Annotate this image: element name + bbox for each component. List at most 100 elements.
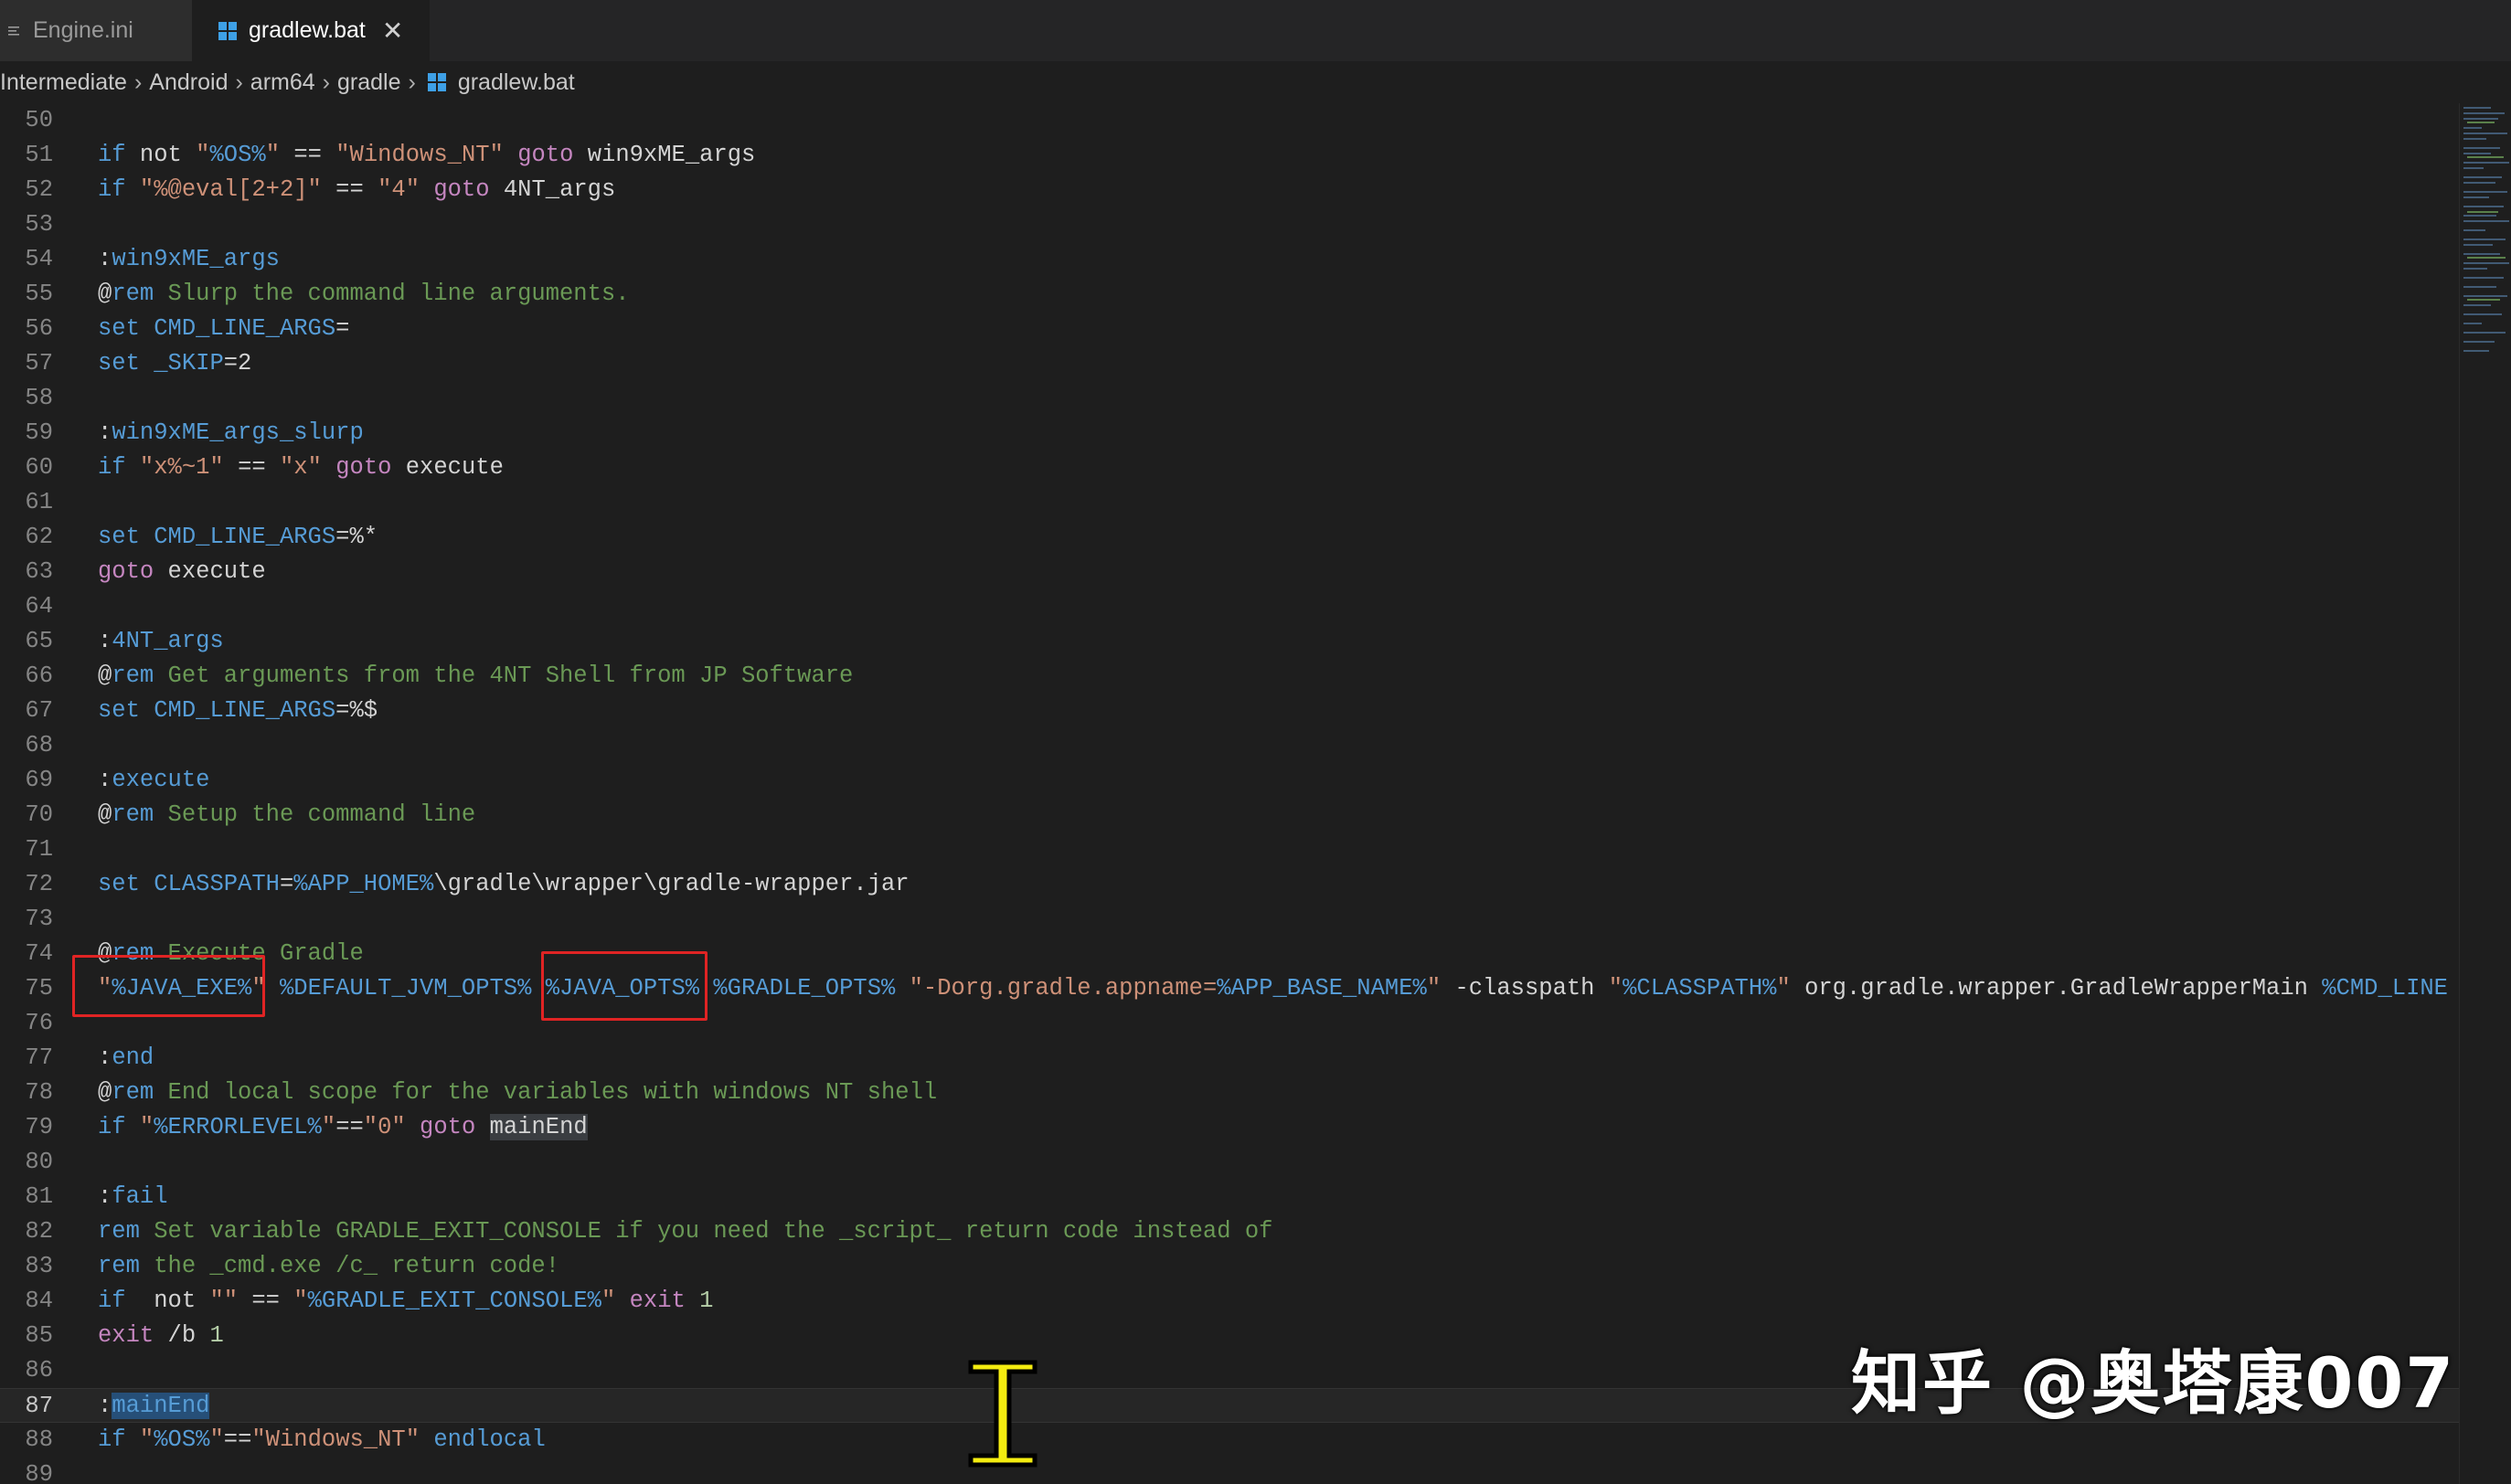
line-number: 74 — [25, 940, 53, 967]
code-line[interactable]: 55 @rem Slurp the command line arguments. — [0, 277, 2459, 312]
line-number: 80 — [25, 1149, 53, 1175]
line-number: 50 — [25, 107, 53, 133]
line-code: if "x%~1" == "x" goto execute — [98, 454, 504, 481]
code-line[interactable]: 88 if "%OS%"=="Windows_NT" endlocal — [0, 1423, 2459, 1458]
code-line[interactable]: 51 if not "%OS%" == "Windows_NT" goto win… — [0, 138, 2459, 173]
line-number: 82 — [25, 1218, 53, 1245]
code-line[interactable]: 53 — [0, 207, 2459, 242]
line-code: @rem Setup the command line — [98, 801, 476, 828]
code-line[interactable]: 75 "%JAVA_EXE%" %DEFAULT_JVM_OPTS% %JAVA_… — [0, 971, 2459, 1006]
code-line[interactable]: 62 set CMD_LINE_ARGS=%* — [0, 520, 2459, 555]
line-number: 60 — [25, 454, 53, 481]
code-line[interactable]: 76 — [0, 1006, 2459, 1041]
line-number: 77 — [25, 1044, 53, 1071]
line-number: 89 — [25, 1461, 53, 1484]
tab-label: Engine.ini — [33, 17, 133, 43]
code-line[interactable]: 59 :win9xME_args_slurp — [0, 416, 2459, 450]
line-code: set CMD_LINE_ARGS=%* — [98, 524, 378, 550]
line-number: 76 — [25, 1010, 53, 1036]
text-cursor-icon — [968, 1360, 1037, 1468]
lines-icon — [7, 24, 22, 38]
code-line[interactable]: 77 :end — [0, 1041, 2459, 1076]
line-code: rem Set variable GRADLE_EXIT_CONSOLE if … — [98, 1218, 1273, 1245]
code-line[interactable]: 84 if not "" == "%GRADLE_EXIT_CONSOLE%" e… — [0, 1284, 2459, 1319]
minimap-preview — [2463, 107, 2509, 352]
line-number: 51 — [25, 142, 53, 168]
line-code: "%JAVA_EXE%" %DEFAULT_JVM_OPTS% %JAVA_OP… — [98, 975, 2448, 1002]
highlight-java-opts — [541, 951, 708, 1021]
line-number: 69 — [25, 767, 53, 793]
code-line[interactable]: 61 — [0, 485, 2459, 520]
code-line[interactable]: 79 if "%ERRORLEVEL%"=="0" goto mainEnd — [0, 1110, 2459, 1145]
line-code: goto execute — [98, 558, 266, 585]
code-line[interactable]: 80 — [0, 1145, 2459, 1180]
line-number: 61 — [25, 489, 53, 515]
code-line[interactable]: 67 set CMD_LINE_ARGS=%$ — [0, 694, 2459, 728]
code-line[interactable]: 58 — [0, 381, 2459, 416]
line-code: :end — [98, 1044, 154, 1071]
breadcrumb-item-android[interactable]: Android — [149, 69, 228, 96]
line-number: 81 — [25, 1183, 53, 1210]
code-line[interactable]: 65 :4NT_args — [0, 624, 2459, 659]
line-code: :win9xME_args_slurp — [98, 419, 364, 446]
line-number: 83 — [25, 1253, 53, 1279]
breadcrumb-item-intermediate[interactable]: Intermediate — [0, 69, 127, 96]
line-number: 72 — [25, 871, 53, 897]
code-line[interactable]: 73 — [0, 902, 2459, 937]
line-code: set CMD_LINE_ARGS=%$ — [98, 697, 378, 724]
tab-engine-ini[interactable]: Engine.ini — [0, 0, 192, 61]
minimap[interactable] — [2459, 103, 2511, 1484]
line-code: if "%OS%"=="Windows_NT" endlocal — [98, 1426, 546, 1453]
line-number: 86 — [25, 1357, 53, 1383]
line-code: :fail — [98, 1183, 168, 1210]
line-number: 52 — [25, 176, 53, 203]
code-line[interactable]: 66 @rem Get arguments from the 4NT Shell … — [0, 659, 2459, 694]
code-line[interactable]: 50 — [0, 103, 2459, 138]
breadcrumb-item-file[interactable]: gradlew.bat — [458, 69, 575, 96]
code-line[interactable]: 70 @rem Setup the command line — [0, 798, 2459, 832]
breadcrumb-item-arm64[interactable]: arm64 — [250, 69, 315, 96]
code-line[interactable]: 89 — [0, 1458, 2459, 1484]
code-line[interactable]: 78 @rem End local scope for the variables… — [0, 1076, 2459, 1110]
line-number: 66 — [25, 662, 53, 689]
code-line[interactable]: 63 goto execute — [0, 555, 2459, 589]
line-number: 53 — [25, 211, 53, 238]
watermark: 知乎 @奥塔康007 — [1851, 1342, 2456, 1424]
code-line[interactable]: 54:win9xME_args — [0, 242, 2459, 277]
line-number: 71 — [25, 836, 53, 863]
line-number: 63 — [25, 558, 53, 585]
breadcrumb-item-gradle[interactable]: gradle — [337, 69, 401, 96]
line-number: 65 — [25, 628, 53, 654]
close-icon[interactable]: ✕ — [382, 16, 403, 46]
code-line[interactable]: 82 rem Set variable GRADLE_EXIT_CONSOLE i… — [0, 1214, 2459, 1249]
code-line[interactable]: 69:execute — [0, 763, 2459, 798]
code-line[interactable]: 52 if "%@eval[2+2]" == "4" goto 4NT_args — [0, 173, 2459, 207]
line-number: 75 — [25, 975, 53, 1002]
line-code: :4NT_args — [98, 628, 224, 654]
code-line[interactable]: 68 — [0, 728, 2459, 763]
line-number: 79 — [25, 1114, 53, 1140]
line-number: 55 — [25, 281, 53, 307]
line-number: 56 — [25, 315, 53, 342]
line-number: 88 — [25, 1426, 53, 1453]
code-line[interactable]: 56 set CMD_LINE_ARGS= — [0, 312, 2459, 346]
code-line[interactable]: 74 @rem Execute Gradle — [0, 937, 2459, 971]
code-line[interactable]: 57 set _SKIP=2 — [0, 346, 2459, 381]
code-editor[interactable]: 50 51 if not "%OS%" == "Windows_NT" goto w… — [0, 103, 2459, 1484]
chevron-right-icon: › — [235, 69, 243, 95]
code-line[interactable]: 72 set CLASSPATH=%APP_HOME%\gradle\wrappe… — [0, 867, 2459, 902]
chevron-right-icon: › — [322, 69, 330, 95]
line-number: 62 — [25, 524, 53, 550]
line-number: 58 — [25, 385, 53, 411]
line-number: 78 — [25, 1079, 53, 1106]
code-line[interactable]: 64 — [0, 589, 2459, 624]
code-line[interactable]: 83 rem the _cmd.exe /c_ return code! — [0, 1249, 2459, 1284]
code-line[interactable]: 81 :fail — [0, 1180, 2459, 1214]
line-code: if "%@eval[2+2]" == "4" goto 4NT_args — [98, 176, 616, 203]
code-line[interactable]: 71 — [0, 832, 2459, 867]
line-number: 87 — [25, 1393, 53, 1419]
line-number: 64 — [25, 593, 53, 620]
tab-gradlew-bat[interactable]: gradlew.bat ✕ — [192, 0, 430, 61]
line-number: 59 — [25, 419, 53, 446]
code-line[interactable]: 60 if "x%~1" == "x" goto execute — [0, 450, 2459, 485]
